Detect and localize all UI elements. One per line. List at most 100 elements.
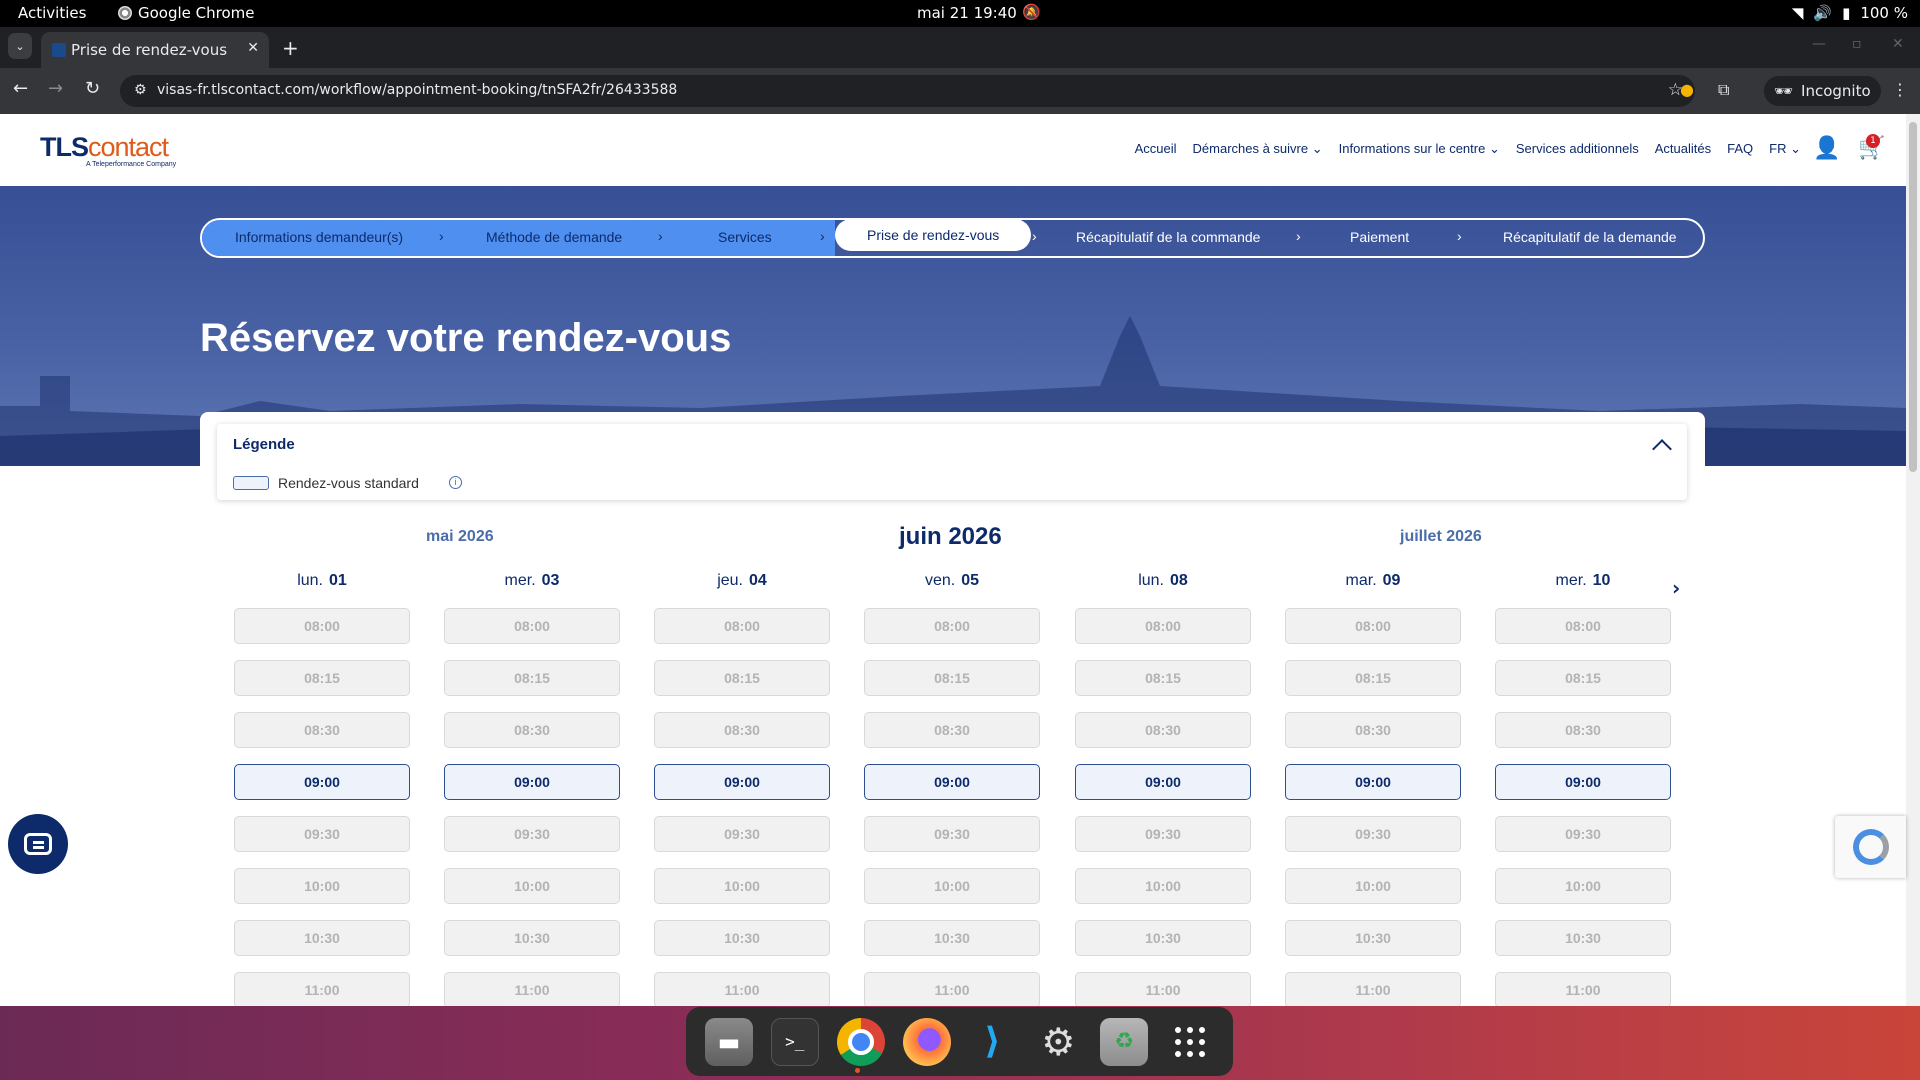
- time-slot-unavailable: 10:00: [1075, 868, 1251, 904]
- step-methode-demande[interactable]: Méthode de demande: [486, 229, 622, 245]
- page-scrollbar[interactable]: [1906, 114, 1920, 1006]
- day-column: mar. 09 08:00 08:15 08:30 09:00 09:30 10:00 10:3…: [1285, 572, 1461, 1006]
- browser-tab-strip: ⌄ Prise de rendez-vous | TLScontact ✕ + …: [0, 27, 1920, 68]
- day-header: ven. 05: [864, 572, 1040, 598]
- browser-toolbar: ← → ↻ ⚙ visas-fr.tlscontact.com/workflow…: [0, 68, 1920, 114]
- time-slot-unavailable: 08:30: [1075, 712, 1251, 748]
- time-slot-unavailable: 08:00: [1285, 608, 1461, 644]
- app-menu[interactable]: Google Chrome: [118, 4, 255, 22]
- time-slot-unavailable: 11:00: [1075, 972, 1251, 1006]
- tls-logo[interactable]: TLScontact A Teleperformance Company: [40, 132, 176, 168]
- terminal-app-icon[interactable]: >_: [770, 1017, 819, 1066]
- browser-tab-active[interactable]: Prise de rendez-vous | TLScontact ✕: [41, 32, 269, 68]
- time-slot-unavailable: 10:30: [864, 920, 1040, 956]
- nav-demarches[interactable]: Démarches à suivre ⌄: [1193, 141, 1323, 157]
- language-label: FR: [1769, 141, 1787, 156]
- files-app-icon[interactable]: ▬: [704, 1017, 753, 1066]
- time-slot-unavailable: 11:00: [654, 972, 830, 1006]
- vscode-app-icon[interactable]: ⟩: [968, 1018, 1016, 1066]
- step-prise-de-rendez-vous[interactable]: Prise de rendez-vous: [835, 219, 1032, 251]
- time-slot-unavailable: 08:15: [864, 660, 1040, 696]
- minimize-icon[interactable]: —: [1812, 36, 1826, 52]
- time-slot-available[interactable]: 09:00: [864, 764, 1040, 800]
- chrome-app-icon[interactable]: [836, 1017, 885, 1066]
- time-slot-unavailable: 08:15: [1495, 660, 1671, 696]
- time-slot-unavailable: 10:00: [1495, 868, 1671, 904]
- close-window-icon[interactable]: ✕: [1892, 36, 1904, 52]
- extension-icon[interactable]: ●: [1680, 80, 1694, 99]
- slot-list: 08:00 08:15 08:30 09:00 09:30 10:00 10:30 11:00: [1495, 608, 1671, 1006]
- address-bar[interactable]: ⚙ visas-fr.tlscontact.com/workflow/appoi…: [120, 75, 1695, 107]
- day-weekday: ven.: [924, 572, 956, 589]
- day-number: 04: [749, 572, 767, 589]
- nav-faq[interactable]: FAQ: [1727, 141, 1753, 157]
- back-icon[interactable]: ←: [13, 78, 28, 99]
- time-slot-available[interactable]: 09:00: [1495, 764, 1671, 800]
- time-slot-unavailable: 08:30: [444, 712, 620, 748]
- settings-app-icon[interactable]: ⚙: [1034, 1018, 1082, 1066]
- reload-icon[interactable]: ↻: [85, 78, 100, 99]
- extensions-puzzle-icon[interactable]: ⧉: [1718, 80, 1729, 100]
- site-info-icon[interactable]: ⚙: [134, 82, 147, 98]
- site-header: TLScontact A Teleperformance Company Acc…: [0, 114, 1906, 186]
- recaptcha-badge[interactable]: [1835, 816, 1906, 878]
- nav-actualites[interactable]: Actualités: [1655, 141, 1711, 157]
- legend-standard-label: Rendez-vous standard: [278, 475, 419, 491]
- chevron-right-icon: ›: [658, 228, 663, 244]
- month-current: juin 2026: [899, 523, 1002, 550]
- time-slot-unavailable: 11:00: [234, 972, 410, 1006]
- nav-informations-label: Informations sur le centre: [1338, 141, 1486, 156]
- url-text[interactable]: visas-fr.tlscontact.com/workflow/appoint…: [157, 82, 677, 98]
- time-slot-unavailable: 10:00: [1285, 868, 1461, 904]
- clock[interactable]: mai 21 19:40: [917, 4, 1017, 22]
- user-account-icon[interactable]: 👤: [1813, 136, 1840, 161]
- next-days-arrow-icon[interactable]: ›: [1672, 576, 1680, 600]
- day-header: lun. 08: [1075, 572, 1251, 598]
- month-previous[interactable]: mai 2026: [426, 528, 494, 546]
- time-slot-available[interactable]: 09:00: [654, 764, 830, 800]
- nav-informations-centre[interactable]: Informations sur le centre ⌄: [1339, 141, 1500, 157]
- step-services[interactable]: Services: [718, 229, 772, 245]
- info-icon[interactable]: i: [449, 476, 462, 489]
- time-slot-unavailable: 10:30: [654, 920, 830, 956]
- time-slot-unavailable: 09:30: [654, 816, 830, 852]
- chevron-right-icon: ›: [1032, 228, 1037, 244]
- system-tray[interactable]: ◥ 🔊 ▮ 100 %: [1792, 4, 1908, 22]
- time-slot-unavailable: 08:00: [864, 608, 1040, 644]
- time-slot-available[interactable]: 09:00: [234, 764, 410, 800]
- month-next[interactable]: juillet 2026: [1400, 528, 1482, 546]
- time-slot-available[interactable]: 09:00: [1075, 764, 1251, 800]
- show-apps-grid-icon[interactable]: [1166, 1018, 1214, 1066]
- time-slot-available[interactable]: 09:00: [1285, 764, 1461, 800]
- tab-search-button[interactable]: ⌄: [8, 33, 32, 59]
- close-tab-icon[interactable]: ✕: [247, 40, 259, 56]
- step-recapitulatif-demande: Récapitulatif de la demande: [1503, 229, 1677, 245]
- time-slot-unavailable: 10:30: [234, 920, 410, 956]
- firefox-app-icon[interactable]: [902, 1017, 951, 1066]
- day-number: 03: [541, 572, 560, 589]
- slot-list: 08:00 08:15 08:30 09:00 09:30 10:00 10:30 11:00: [1285, 608, 1461, 1006]
- new-tab-icon[interactable]: +: [282, 36, 299, 60]
- day-column: lun. 01 08:00 08:15 08:30 09:00 09:30 10:00 10:3…: [234, 572, 410, 1006]
- day-number: 05: [961, 572, 980, 589]
- time-slot-unavailable: 09:30: [1075, 816, 1251, 852]
- scrollbar-thumb[interactable]: [1909, 122, 1917, 472]
- incognito-indicator[interactable]: 🕶 Incognito: [1764, 76, 1881, 106]
- maximize-icon[interactable]: ▫: [1852, 36, 1862, 52]
- chevron-up-icon[interactable]: [1652, 439, 1672, 459]
- nav-accueil[interactable]: Accueil: [1135, 141, 1177, 157]
- app-name-label: Google Chrome: [138, 4, 255, 22]
- activities-button[interactable]: Activities: [18, 4, 86, 22]
- trash-app-icon[interactable]: ♻: [1100, 1017, 1149, 1066]
- time-slot-available[interactable]: 09:00: [444, 764, 620, 800]
- time-slot-unavailable: 08:30: [654, 712, 830, 748]
- forward-icon[interactable]: →: [48, 78, 63, 99]
- language-selector[interactable]: FR ⌄: [1769, 141, 1801, 157]
- chrome-app-icon: [118, 6, 132, 20]
- menu-kebab-icon[interactable]: ⋮: [1892, 80, 1908, 99]
- chat-support-button[interactable]: [8, 814, 68, 874]
- cart-count-badge: 1: [1866, 134, 1880, 148]
- time-slot-unavailable: 08:30: [234, 712, 410, 748]
- nav-services-additionnels[interactable]: Services additionnels: [1516, 141, 1639, 157]
- step-informations-demandeurs[interactable]: Informations demandeur(s): [235, 229, 403, 245]
